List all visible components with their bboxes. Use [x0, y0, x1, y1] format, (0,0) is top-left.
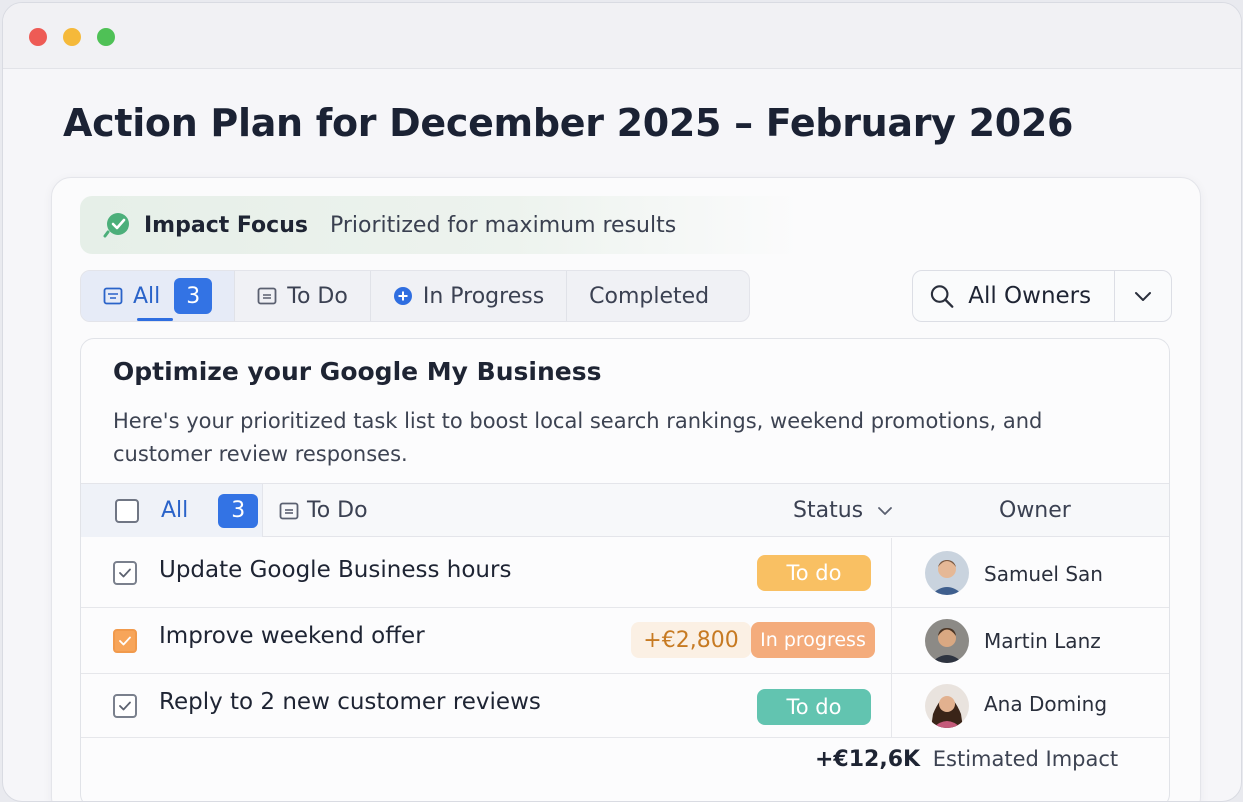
task-checkbox[interactable] — [113, 694, 137, 718]
table-row: Reply to 2 new customer reviews To do An… — [81, 674, 1169, 738]
title-bar — [3, 3, 1241, 69]
owner-filter-toggle[interactable] — [1115, 290, 1171, 302]
check-icon — [119, 568, 131, 578]
action-plan-panel: Impact Focus Prioritized for maximum res… — [51, 177, 1201, 801]
estimated-impact-label: Estimated Impact — [932, 747, 1119, 771]
task-title: Improve weekend offer — [159, 623, 425, 649]
status-column-label: Status — [793, 498, 864, 523]
estimated-impact-value: +€12,6K — [815, 747, 921, 772]
avatar — [925, 551, 969, 595]
tab-completed-label: Completed — [589, 283, 710, 309]
estimated-impact-summary: +€12,6K Estimated Impact — [815, 747, 1118, 772]
avatar — [925, 619, 969, 663]
active-tab-indicator — [137, 318, 173, 321]
table-row: Update Google Business hours To do Samue… — [81, 538, 1169, 608]
task-title: Reply to 2 new customer reviews — [159, 689, 541, 715]
impact-focus-subtitle: Prioritized for maximum results — [329, 212, 677, 238]
column-divider — [891, 608, 892, 673]
task-table-header: All 3 To Do Status Owner — [81, 483, 1169, 537]
task-card: Optimize your Google My Business Here's … — [80, 338, 1170, 801]
header-all-count: 3 — [218, 493, 259, 528]
card-description: Here's your prioritized task list to boo… — [113, 409, 1043, 466]
app-window: Action Plan for December 2025 – February… — [2, 2, 1242, 802]
impact-focus-title: Impact Focus — [144, 212, 308, 238]
status-badge[interactable]: To do — [757, 555, 871, 591]
status-badge[interactable]: In progress — [751, 622, 875, 658]
chevron-down-icon — [878, 506, 893, 515]
header-filter-all[interactable]: All 3 — [81, 484, 263, 537]
impact-amount: +€2,800 — [631, 622, 751, 658]
minimize-window-button[interactable] — [63, 28, 81, 46]
maximize-window-button[interactable] — [97, 28, 115, 46]
owner-name: Ana Doming — [984, 692, 1108, 716]
plus-circle-icon — [393, 287, 412, 305]
column-divider — [891, 538, 892, 607]
tab-in-progress-label: In Progress — [422, 283, 545, 309]
tab-in-progress[interactable]: In Progress — [371, 271, 568, 321]
tab-all[interactable]: All 3 — [81, 271, 236, 321]
tab-all-label: All — [133, 283, 161, 309]
column-divider — [891, 674, 892, 737]
owner-column-header: Owner — [999, 498, 1071, 523]
check-icon — [119, 701, 131, 711]
card-title: Optimize your Google My Business — [113, 357, 602, 386]
impact-focus-banner: Impact Focus Prioritized for maximum res… — [80, 196, 800, 254]
header-to-do-label: To Do — [307, 498, 368, 523]
tab-to-do[interactable]: To Do — [235, 271, 371, 321]
table-row: Improve weekend offer +€2,800 In progres… — [81, 608, 1169, 674]
search-icon — [930, 285, 954, 308]
header-filter-to-do[interactable]: To Do — [279, 484, 368, 537]
header-all-label: All — [161, 498, 189, 523]
owner-filter-label: All Owners — [968, 283, 1092, 309]
status-badge[interactable]: To do — [757, 689, 871, 725]
owner-name: Samuel San — [984, 562, 1103, 586]
chevron-down-icon — [1134, 292, 1151, 301]
page-title: Action Plan for December 2025 – February… — [63, 101, 1074, 145]
task-checkbox[interactable] — [113, 629, 137, 653]
status-column-header[interactable]: Status — [793, 484, 893, 537]
list-icon — [103, 287, 123, 305]
select-all-checkbox[interactable] — [115, 498, 139, 523]
owner-name: Martin Lanz — [984, 629, 1101, 653]
tab-all-count: 3 — [174, 278, 213, 314]
todo-icon — [257, 287, 277, 305]
avatar — [925, 684, 969, 728]
owner-filter-dropdown[interactable]: All Owners — [912, 270, 1172, 322]
impact-check-icon — [102, 210, 132, 240]
tab-to-do-label: To Do — [287, 283, 348, 309]
check-icon — [119, 636, 131, 646]
todo-icon — [279, 502, 299, 519]
close-window-button[interactable] — [29, 28, 47, 46]
status-tabs: All 3 To Do In Progress Completed — [80, 270, 750, 322]
task-checkbox[interactable] — [113, 561, 137, 585]
tab-completed[interactable]: Completed — [567, 271, 731, 321]
task-title: Update Google Business hours — [159, 557, 512, 583]
